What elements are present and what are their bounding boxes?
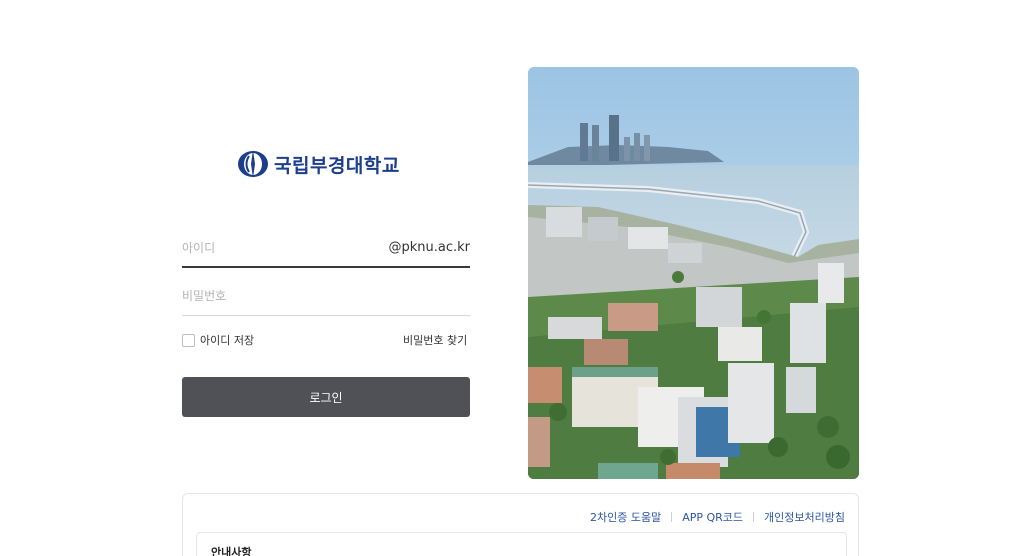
id-field-wrapper: @pknu.ac.kr [182,232,470,268]
campus-image [528,67,859,479]
remember-id-checkbox[interactable] [182,333,195,347]
password-input[interactable] [182,280,382,312]
privacy-policy-link[interactable]: 개인정보처리방침 [764,509,845,525]
link-divider [753,512,755,522]
remember-id-option[interactable]: 아이디 저장 [182,332,254,348]
password-field-wrapper [182,280,470,316]
footer-links: 2차인증 도움말 APP QR코드 개인정보처리방침 [590,509,845,525]
notice-title: 안내사항 [211,546,252,556]
remember-id-label: 아이디 저장 [200,334,255,347]
two-factor-help-link[interactable]: 2차인증 도움말 [590,509,661,525]
login-button[interactable]: 로그인 [182,377,470,417]
app-qr-code-link[interactable]: APP QR코드 [682,509,743,525]
link-divider [671,512,673,522]
id-input[interactable] [182,232,382,264]
university-emblem-icon [238,150,268,178]
notice-box: 안내사항 [196,532,847,556]
campus-aerial-illustration [528,67,859,479]
info-card: 2차인증 도움말 APP QR코드 개인정보처리방침 안내사항 [182,493,859,556]
university-logo: 국립부경대학교 [236,148,400,180]
university-name: 국립부경대학교 [274,154,400,177]
email-domain-suffix: @pknu.ac.kr [388,240,470,255]
find-password-link[interactable]: 비밀번호 찾기 [403,332,467,348]
